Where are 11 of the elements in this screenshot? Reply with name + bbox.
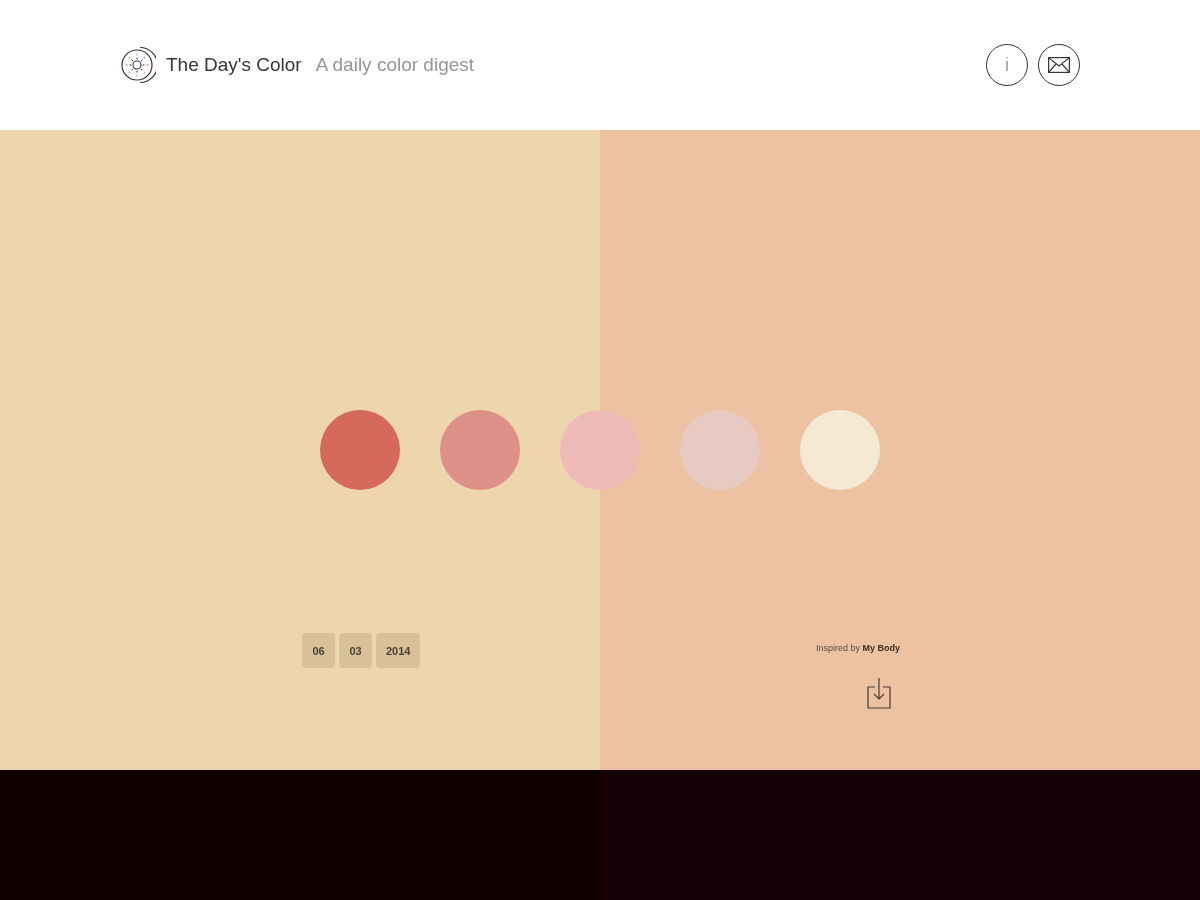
date-chip: 06 (302, 633, 335, 668)
envelope-icon (1048, 57, 1070, 73)
date-chip: 03 (339, 633, 372, 668)
site-tagline: A daily color digest (315, 54, 475, 76)
sun-logo-icon (120, 46, 156, 84)
mail-button[interactable] (1038, 44, 1080, 86)
date-chip: 2014 (376, 633, 421, 668)
info-button[interactable]: i (986, 44, 1028, 86)
inspiration-text: Inspired by My Body (815, 643, 900, 653)
download-icon[interactable] (867, 678, 891, 709)
site-title[interactable]: The Day's Color (166, 54, 302, 76)
